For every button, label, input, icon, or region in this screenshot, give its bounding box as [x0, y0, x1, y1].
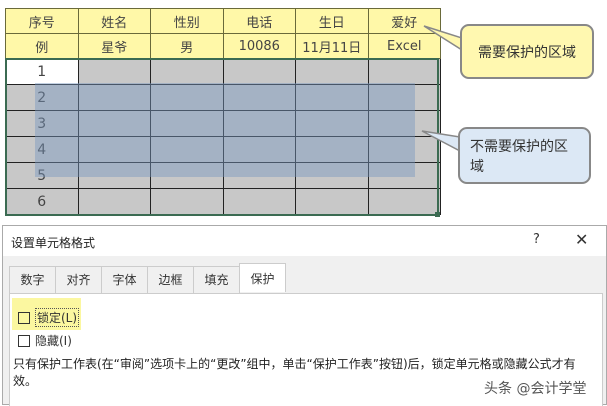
- cell[interactable]: [77, 162, 151, 189]
- cell[interactable]: [222, 84, 296, 111]
- cell[interactable]: [77, 58, 151, 85]
- table-row: 1: [5, 58, 441, 85]
- table-row: 5: [5, 162, 441, 189]
- cell[interactable]: [222, 58, 296, 85]
- cell[interactable]: 电话: [222, 8, 296, 34]
- dialog-title-bar: 设置单元格格式 ? ✕: [3, 226, 606, 256]
- cell[interactable]: Excel: [367, 33, 441, 59]
- cell[interactable]: 爱好: [367, 8, 441, 34]
- cell[interactable]: [222, 188, 296, 215]
- example-row: 例星爷男 10086 11月11日 Excel: [5, 33, 441, 59]
- callout-unprotected: 不需要保护的区域: [458, 127, 591, 184]
- cell[interactable]: [150, 84, 224, 111]
- cell[interactable]: [295, 110, 369, 137]
- locked-label: 锁定(L): [35, 308, 80, 327]
- locked-checkbox[interactable]: 锁定(L): [18, 308, 80, 327]
- cell[interactable]: [367, 58, 441, 85]
- cell[interactable]: 姓名: [77, 8, 151, 34]
- cell[interactable]: [222, 162, 296, 189]
- cell[interactable]: [77, 110, 151, 137]
- cell[interactable]: 4: [5, 136, 79, 163]
- hidden-checkbox[interactable]: 隐藏(I): [18, 332, 72, 349]
- tab-border[interactable]: 边框: [147, 266, 194, 293]
- table-row: 2: [5, 84, 441, 111]
- cell[interactable]: [295, 162, 369, 189]
- cell[interactable]: 6: [5, 188, 79, 215]
- checkbox-icon: [18, 334, 30, 347]
- cell[interactable]: [367, 136, 441, 163]
- watermark: 头条 @会计学堂: [484, 381, 587, 397]
- cell[interactable]: [77, 188, 151, 215]
- close-button[interactable]: ✕: [575, 230, 588, 249]
- table-row: 4: [5, 136, 441, 163]
- cell[interactable]: [295, 188, 369, 215]
- cell[interactable]: [150, 136, 224, 163]
- cell[interactable]: [150, 58, 224, 85]
- cell[interactable]: [367, 110, 441, 137]
- cell[interactable]: 11月11日: [295, 33, 369, 59]
- cell[interactable]: 1: [5, 58, 79, 85]
- cell[interactable]: 2: [5, 84, 79, 111]
- tab-alignment[interactable]: 对齐: [55, 266, 102, 293]
- table-row: 3: [5, 110, 441, 137]
- callout-protected: 需要保护的区域: [460, 24, 594, 79]
- tab-bar: 数字 对齐 字体 边框 填充 保护: [9, 263, 286, 293]
- cell[interactable]: 例: [5, 33, 79, 59]
- fill-handle[interactable]: [435, 212, 440, 217]
- cell[interactable]: [295, 58, 369, 85]
- cell[interactable]: 5: [5, 162, 79, 189]
- cell[interactable]: 序号: [5, 8, 79, 34]
- cell[interactable]: 10086: [222, 33, 296, 59]
- cell[interactable]: [77, 136, 151, 163]
- cell[interactable]: 男: [150, 33, 224, 59]
- cell[interactable]: [150, 110, 224, 137]
- table-row: 6: [5, 188, 441, 215]
- dialog-title: 设置单元格格式: [11, 236, 96, 250]
- spreadsheet: 序号 姓名 性别 电话 生日 爱好 例星爷男 10086 11月11日 Excel 1 2 3 …: [5, 8, 441, 215]
- cell[interactable]: 3: [5, 110, 79, 137]
- cell[interactable]: [367, 84, 441, 111]
- cell[interactable]: 生日: [295, 8, 369, 34]
- checkbox-icon: [18, 311, 30, 324]
- cell[interactable]: [150, 188, 224, 215]
- hidden-label: 隐藏(I): [35, 334, 72, 348]
- cell[interactable]: 星爷: [77, 33, 151, 59]
- help-button[interactable]: ?: [533, 232, 540, 247]
- tab-protection[interactable]: 保护: [239, 263, 286, 292]
- tab-fill[interactable]: 填充: [193, 266, 240, 293]
- cell[interactable]: [77, 84, 151, 111]
- cell[interactable]: [222, 110, 296, 137]
- cell[interactable]: [222, 136, 296, 163]
- cell[interactable]: [367, 188, 441, 215]
- tab-font[interactable]: 字体: [101, 266, 148, 293]
- header-row: 序号 姓名 性别 电话 生日 爱好: [5, 8, 441, 34]
- cell[interactable]: [150, 162, 224, 189]
- cell[interactable]: 性别: [150, 8, 224, 34]
- tab-number[interactable]: 数字: [9, 266, 56, 293]
- cell[interactable]: [295, 136, 369, 163]
- cell[interactable]: [295, 84, 369, 111]
- cell[interactable]: [367, 162, 441, 189]
